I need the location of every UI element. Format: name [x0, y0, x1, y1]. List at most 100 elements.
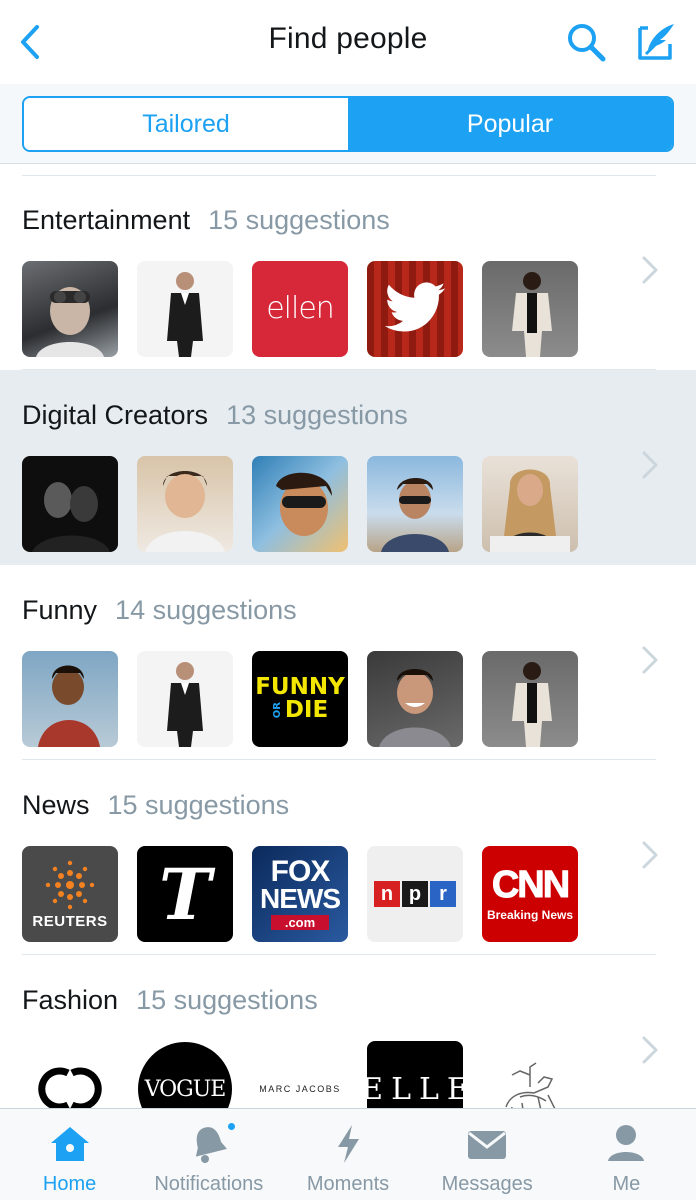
suggestion-count: 15 suggestions: [136, 985, 318, 1015]
twitter-bird-icon: [384, 282, 446, 332]
marc-jacobs-logo[interactable]: MARC JACOBS: [252, 1041, 348, 1109]
chanel-logo[interactable]: [22, 1041, 118, 1109]
ellen-logo-text: ellen: [266, 291, 335, 326]
reuters-dots-icon: [45, 860, 95, 909]
person-suit-photo[interactable]: [137, 651, 233, 747]
category-header: Fashion 15 suggestions: [22, 985, 318, 1016]
vogue-logo[interactable]: VOGUE: [137, 1041, 233, 1109]
funny-or-die-line-2: OR DIE: [272, 699, 328, 722]
person-suit-photo[interactable]: [137, 261, 233, 357]
category-digital-creators[interactable]: Digital Creators 13 suggestions: [0, 370, 696, 565]
child-photo[interactable]: [22, 651, 118, 747]
fox-news-text-1: FOX: [270, 854, 331, 888]
funny-or-die-logo[interactable]: FUNNY OR DIE: [252, 651, 348, 747]
nyt-logo[interactable]: T: [137, 846, 233, 942]
category-funny[interactable]: Funny 14 suggestions FUNNY OR DIE: [0, 565, 696, 760]
twitter-theater-logo[interactable]: [367, 261, 463, 357]
category-title: Funny: [22, 595, 98, 625]
tab-home[interactable]: Home: [0, 1109, 139, 1200]
person-woman-photo[interactable]: [482, 456, 578, 552]
person-icon: [604, 1123, 648, 1165]
fox-news-text-2: NEWS: [260, 883, 341, 915]
chevron-right-icon: [636, 255, 664, 285]
burberry-logo[interactable]: [482, 1041, 578, 1109]
fox-news-text-3: .com: [270, 915, 330, 931]
funny-or-die-text-die: DIE: [284, 697, 329, 723]
chevron-right-icon: [636, 645, 664, 675]
category-header: Funny 14 suggestions: [22, 595, 297, 626]
compose-icon: [638, 24, 674, 60]
tab-label: Messages: [441, 1173, 533, 1195]
notification-badge: [225, 1121, 237, 1132]
category-entertainment[interactable]: Entertainment 15 suggestions ellen: [0, 175, 696, 370]
cnn-logo-subtext: Breaking News: [486, 908, 574, 922]
category-title: Fashion: [22, 985, 119, 1015]
category-title: Entertainment: [22, 205, 191, 235]
category-header: News 15 suggestions: [22, 790, 289, 821]
chevron-right-icon: [636, 450, 664, 480]
bell-icon: [187, 1121, 237, 1165]
elle-logo-text: ELLE: [367, 1071, 463, 1107]
suggestion-thumbnails: ellen: [22, 261, 578, 357]
bottom-tab-bar: Home Notifications Moments Messages Me: [0, 1108, 696, 1200]
category-news[interactable]: News 15 suggestions REUTERS T FOX NEWS .…: [0, 760, 696, 955]
suggestion-thumbnails: VOGUE MARC JACOBS ELLE: [22, 1041, 578, 1109]
segment-bar: Tailored Popular: [0, 84, 696, 164]
tab-popular[interactable]: Popular: [348, 98, 672, 150]
person-hoodie-photo[interactable]: [137, 456, 233, 552]
reuters-logo[interactable]: REUTERS: [22, 846, 118, 942]
chevron-right-icon: [636, 1035, 664, 1065]
reuters-logo-text: REUTERS: [32, 912, 108, 930]
cnn-logo[interactable]: CNN Breaking News: [482, 846, 578, 942]
tab-label: Moments: [306, 1173, 390, 1195]
tab-tailored[interactable]: Tailored: [24, 98, 348, 150]
category-fashion[interactable]: Fashion 15 suggestions VOGUE MARC JACOBS: [0, 955, 696, 1109]
fox-news-logo[interactable]: FOX NEWS .com: [252, 846, 348, 942]
segmented-control: Tailored Popular: [22, 96, 674, 152]
person-smiling-photo[interactable]: [367, 651, 463, 747]
category-list: Entertainment 15 suggestions ellen Digit…: [0, 165, 696, 1109]
lightning-icon: [326, 1123, 370, 1165]
nyt-logo-text: T: [158, 852, 212, 936]
marc-jacobs-logo-text: MARC JACOBS: [259, 1084, 341, 1094]
person-suit-photo[interactable]: [482, 261, 578, 357]
elle-logo[interactable]: ELLE: [367, 1041, 463, 1109]
find-people-screen: Find people Tailored Popular Entertainme…: [0, 0, 696, 1200]
tab-moments[interactable]: Moments: [278, 1109, 417, 1200]
category-title: Digital Creators: [22, 400, 209, 430]
suggestion-thumbnails: FUNNY OR DIE: [22, 651, 578, 747]
envelope-icon: [465, 1123, 509, 1165]
npr-letter-r: r: [430, 881, 456, 907]
vogue-logo-text: VOGUE: [144, 1076, 227, 1102]
search-button[interactable]: [564, 20, 608, 64]
home-icon: [48, 1123, 92, 1165]
vogue-circle: VOGUE: [138, 1042, 232, 1109]
person-suit-photo[interactable]: [482, 651, 578, 747]
person-sunglasses-photo[interactable]: [252, 456, 348, 552]
funny-or-die-text-1: FUNNY: [255, 674, 345, 700]
cnn-logo-text: CNN: [491, 864, 570, 906]
suggestion-thumbnails: REUTERS T FOX NEWS .com n p r CNN Breaki…: [22, 846, 578, 942]
tab-me[interactable]: Me: [557, 1109, 696, 1200]
burberry-knight-icon: [505, 1062, 556, 1109]
tab-messages[interactable]: Messages: [418, 1109, 557, 1200]
person-photo[interactable]: [22, 261, 118, 357]
npr-letter-p: p: [402, 881, 428, 907]
suggestion-count: 15 suggestions: [107, 790, 290, 820]
chevron-right-icon: [636, 840, 664, 870]
suggestion-count: 13 suggestions: [226, 400, 408, 430]
compose-button[interactable]: [632, 18, 680, 66]
ellen-logo[interactable]: ellen: [252, 261, 348, 357]
suggestion-count: 15 suggestions: [208, 205, 390, 235]
person-outdoor-photo[interactable]: [367, 456, 463, 552]
npr-blocks: n p r: [374, 881, 456, 907]
nav-header: Find people: [0, 0, 696, 84]
suggestion-count: 14 suggestions: [115, 595, 297, 625]
person-bw-photo[interactable]: [22, 456, 118, 552]
category-header: Digital Creators 13 suggestions: [22, 400, 408, 431]
search-icon: [568, 24, 606, 62]
tab-notifications[interactable]: Notifications: [139, 1109, 278, 1200]
funny-or-die-text-or: OR: [271, 702, 283, 719]
npr-logo[interactable]: n p r: [367, 846, 463, 942]
category-header: Entertainment 15 suggestions: [22, 205, 390, 236]
